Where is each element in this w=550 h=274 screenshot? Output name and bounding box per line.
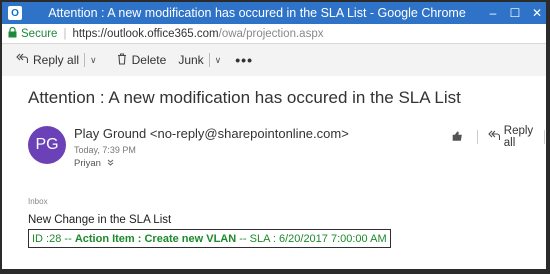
reply-all-icon — [16, 53, 29, 67]
message-actions: Reply all — [448, 125, 546, 149]
body-title: New Change in the SLA List — [28, 214, 172, 226]
url-path: /owa/projection.aspx — [218, 27, 324, 40]
title-bar: O Attention : A new modification has occ… — [2, 2, 546, 24]
chevron-down-icon[interactable]: ∨ — [208, 53, 221, 67]
junk-label: Junk — [178, 53, 204, 67]
reply-all-label: Reply all — [33, 53, 80, 67]
recipient[interactable]: Priyan — [74, 158, 114, 169]
avatar[interactable]: PG — [28, 126, 66, 164]
reply-all-icon — [487, 130, 500, 144]
delete-label: Delete — [131, 53, 167, 67]
browser-window: O Attention : A new modification has occ… — [0, 0, 550, 274]
separator: -- — [236, 232, 250, 245]
close-button[interactable]: ✕ — [526, 2, 546, 24]
junk-button[interactable]: Junk ∨ — [172, 48, 227, 72]
divider — [543, 130, 545, 144]
chevron-down-icon[interactable]: ∨ — [84, 53, 97, 67]
message-subject: Attention : A new modification has occur… — [28, 88, 461, 107]
address-bar[interactable]: Secure | https://outlook.office365.com/o… — [2, 24, 546, 44]
divider — [477, 130, 478, 144]
thumbs-up-icon — [452, 130, 463, 144]
like-button[interactable] — [448, 128, 471, 146]
url-text[interactable]: https://outlook.office365.com/owa/projec… — [72, 28, 323, 40]
maximize-button[interactable]: ☐ — [504, 2, 526, 24]
recipient-name: Priyan — [74, 158, 101, 169]
window-title: Attention : A new modification has occur… — [48, 6, 466, 20]
lock-icon-svg — [8, 26, 17, 37]
change-sla: SLA : 6/20/2017 7:00:00 AM — [249, 232, 387, 245]
change-action: Action Item : Create new VLAN — [74, 232, 237, 245]
sender-name[interactable]: Play Ground <no-reply@sharepointonline.c… — [74, 126, 349, 141]
folder-label: Inbox — [28, 197, 48, 206]
trash-icon — [117, 52, 127, 68]
lock-icon — [8, 26, 17, 41]
message-reply-all-label: Reply all — [503, 125, 534, 149]
change-id: ID :28 — [32, 232, 62, 245]
address-divider: | — [63, 27, 67, 40]
expand-recipients-icon[interactable] — [107, 159, 114, 168]
url-main: https://outlook.office365.com — [72, 27, 219, 40]
separator: -- — [61, 232, 75, 245]
more-actions-button[interactable]: ••• — [227, 48, 261, 72]
change-details: ID :28 -- Action Item : Create new VLAN … — [28, 229, 391, 248]
window-controls: – ☐ ✕ — [482, 2, 546, 24]
reply-all-button[interactable]: Reply all ∨ — [10, 48, 103, 72]
message-reply-all-button[interactable]: Reply all — [484, 125, 538, 149]
secure-label: Secure — [21, 27, 58, 40]
outlook-icon: O — [8, 6, 22, 20]
delete-button[interactable]: Delete — [111, 48, 173, 72]
minimize-button[interactable]: – — [482, 2, 504, 24]
sent-time: Today, 7:39 PM — [74, 145, 136, 155]
mail-toolbar: Reply all ∨ Delete Junk ∨ ••• — [2, 44, 546, 76]
